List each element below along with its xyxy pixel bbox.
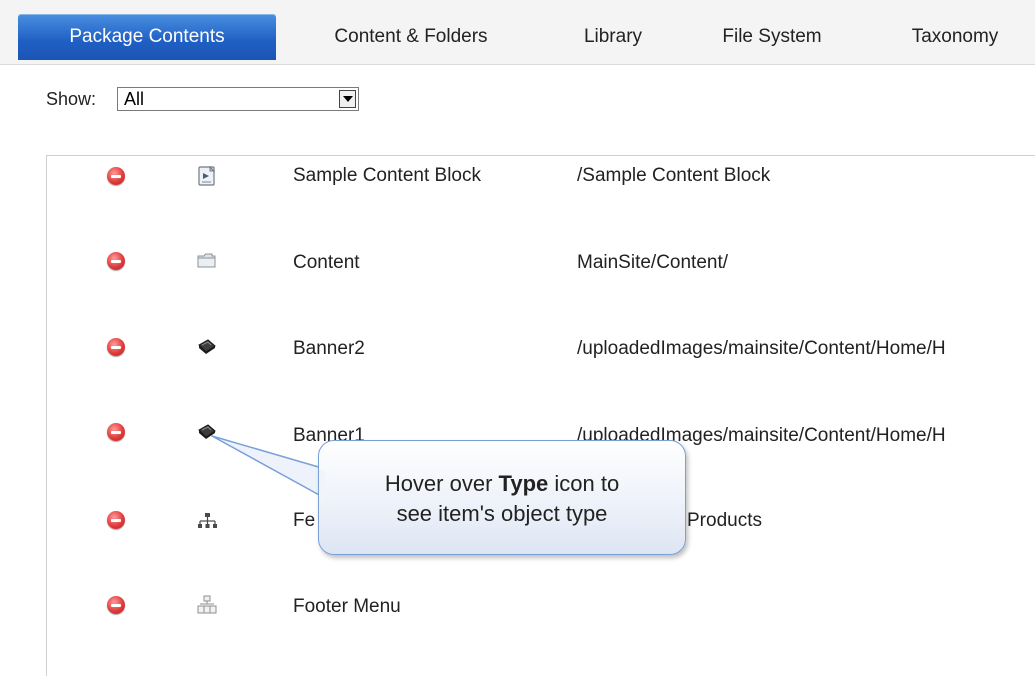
item-name: Banner2	[293, 338, 365, 359]
callout-seam	[318, 470, 325, 500]
callout-text: Hover over	[384, 471, 499, 496]
remove-icon[interactable]	[107, 596, 125, 614]
list-item: Banner2 /uploadedImages/mainsite/Content…	[47, 328, 1035, 414]
tab-library[interactable]: Library	[558, 14, 668, 60]
remove-icon[interactable]	[107, 511, 125, 529]
item-name: Footer Menu	[293, 596, 401, 617]
callout-bold-text: Type	[498, 471, 549, 496]
type-icon-callout: Hover over Type icon to see item's objec…	[318, 440, 686, 555]
callout-line-2: see item's object type	[396, 501, 608, 526]
remove-icon[interactable]	[107, 167, 125, 185]
item-path: MainSite/Content/	[577, 252, 729, 273]
callout-text: icon to	[548, 471, 620, 496]
show-label: Show:	[46, 89, 97, 109]
remove-icon[interactable]	[107, 338, 125, 356]
list-item: Sample Content Block /Sample Content Blo…	[47, 156, 1035, 242]
tab-bar: Package Contents Content & Folders Libra…	[0, 0, 1035, 65]
callout-line-1: Hover over Type icon to	[319, 469, 685, 499]
item-name: Fe	[293, 510, 316, 531]
package-item-list: Sample Content Block /Sample Content Blo…	[46, 155, 1035, 676]
remove-icon[interactable]	[107, 252, 125, 270]
item-name: Sample Content Block	[293, 165, 481, 186]
item-path: /Sample Content Block	[577, 165, 771, 186]
item-name: Content	[293, 252, 360, 273]
item-path: Products	[687, 510, 762, 531]
taxonomy-icon[interactable]	[197, 512, 217, 532]
list-item: Footer Menu	[47, 586, 1035, 672]
tab-content-folders[interactable]: Content & Folders	[296, 14, 526, 60]
item-path: /uploadedImages/mainsite/Content/Home/H	[577, 338, 946, 359]
content-block-icon[interactable]	[197, 165, 217, 186]
list-item: Content MainSite/Content/	[47, 242, 1035, 328]
tab-file-system[interactable]: File System	[697, 14, 847, 60]
remove-icon[interactable]	[107, 423, 125, 441]
library-image-icon[interactable]	[197, 422, 217, 442]
show-select-value: All	[124, 89, 145, 109]
library-image-icon[interactable]	[197, 337, 217, 357]
menu-icon[interactable]	[197, 595, 217, 615]
chevron-down-icon[interactable]	[339, 90, 356, 108]
tab-package-contents[interactable]: Package Contents	[18, 14, 276, 60]
show-select[interactable]: All	[117, 87, 359, 111]
folder-icon[interactable]	[197, 251, 217, 271]
tab-taxonomy[interactable]: Taxonomy	[892, 14, 1018, 60]
